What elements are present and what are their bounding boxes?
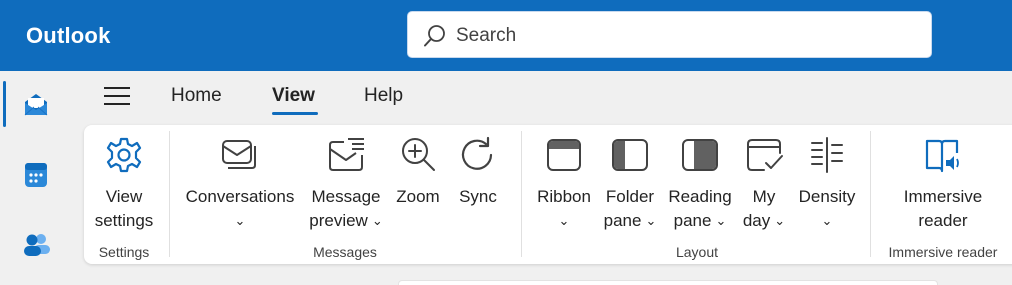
people-icon bbox=[24, 234, 50, 256]
reading-pane-icon bbox=[682, 139, 718, 171]
ribbon-layout-button[interactable]: Ribbon ⌄ bbox=[532, 135, 596, 233]
folder-pane-icon bbox=[612, 139, 648, 171]
folder-pane-button[interactable]: Folder pane ⌄ bbox=[596, 135, 664, 233]
message-preview-button[interactable]: Message preview ⌄ bbox=[304, 135, 388, 233]
rail-item-people[interactable] bbox=[0, 217, 72, 269]
tab-help[interactable]: Help bbox=[364, 85, 403, 107]
my-day-button[interactable]: My day ⌄ bbox=[740, 135, 788, 233]
search-input[interactable]: Search bbox=[456, 25, 516, 47]
calendar-icon bbox=[25, 163, 47, 187]
content-pane-edge bbox=[398, 280, 938, 285]
density-icon bbox=[811, 137, 843, 173]
message-preview-icon bbox=[329, 138, 364, 171]
chevron-down-icon: ⌄ bbox=[558, 213, 570, 228]
group-label-immersive-reader: Immersive reader bbox=[888, 244, 998, 260]
zoom-label: Zoom bbox=[396, 187, 440, 206]
chevron-down-icon: ⌄ bbox=[234, 213, 246, 228]
my-day-icon bbox=[747, 139, 783, 171]
message-preview-label-1: Message bbox=[311, 187, 381, 206]
ribbon-layout-icon bbox=[547, 139, 581, 171]
density-button[interactable]: Density ⌄ bbox=[794, 135, 860, 233]
chevron-down-icon: ⌄ bbox=[645, 213, 657, 228]
app-title[interactable]: Outlook bbox=[26, 23, 111, 49]
chevron-down-icon: ⌄ bbox=[371, 213, 383, 228]
mail-icon bbox=[24, 94, 48, 116]
hamburger-menu-button[interactable] bbox=[104, 85, 132, 107]
immersive-reader-button[interactable]: Immersive reader bbox=[882, 135, 1004, 233]
reading-pane-label-1: Reading bbox=[668, 187, 732, 206]
zoom-icon bbox=[402, 138, 435, 171]
ribbon: View settings Settings Conversations ⌄ M… bbox=[84, 125, 1012, 264]
density-label: Density bbox=[798, 187, 856, 206]
ribbon-divider bbox=[870, 131, 871, 257]
conversations-button[interactable]: Conversations ⌄ bbox=[180, 135, 300, 233]
reading-pane-label-2: pane bbox=[673, 211, 712, 230]
sync-button[interactable]: Sync bbox=[454, 135, 502, 209]
tab-view[interactable]: View bbox=[272, 85, 315, 107]
ribbon-divider bbox=[521, 131, 522, 257]
app-header: Outlook Search bbox=[0, 0, 1012, 71]
ribbon-layout-label: Ribbon bbox=[537, 187, 591, 206]
group-label-settings: Settings bbox=[98, 244, 150, 260]
my-day-label-2: day bbox=[742, 211, 771, 230]
chevron-down-icon: ⌄ bbox=[821, 213, 833, 228]
conversations-label: Conversations bbox=[185, 187, 295, 206]
immersive-reader-label-2: reader bbox=[918, 211, 968, 230]
search-icon bbox=[424, 25, 445, 47]
zoom-button[interactable]: Zoom bbox=[392, 135, 444, 209]
main-area: Home View Help View settings Settings Co… bbox=[72, 71, 1012, 285]
app-rail bbox=[0, 71, 72, 285]
active-tab-indicator bbox=[272, 112, 318, 115]
search-box[interactable]: Search bbox=[407, 11, 932, 58]
reading-pane-button[interactable]: Reading pane ⌄ bbox=[666, 135, 734, 233]
folder-pane-label-2: pane bbox=[603, 211, 642, 230]
my-day-label-1: My bbox=[752, 187, 776, 206]
rail-item-calendar[interactable] bbox=[0, 148, 72, 200]
immersive-reader-label-1: Immersive bbox=[903, 187, 983, 206]
sync-icon bbox=[461, 136, 493, 170]
chevron-down-icon: ⌄ bbox=[715, 213, 727, 228]
tab-home[interactable]: Home bbox=[171, 85, 222, 107]
sync-label: Sync bbox=[459, 187, 497, 206]
gear-icon bbox=[106, 137, 142, 173]
ribbon-divider bbox=[169, 131, 170, 257]
folder-pane-label-1: Folder bbox=[605, 187, 655, 206]
view-settings-label-2: settings bbox=[94, 211, 154, 230]
rail-item-mail[interactable] bbox=[0, 78, 72, 130]
group-label-messages: Messages bbox=[313, 244, 377, 260]
view-settings-button[interactable]: View settings bbox=[88, 135, 160, 233]
conversations-icon bbox=[222, 140, 256, 169]
immersive-reader-icon bbox=[925, 139, 959, 173]
message-preview-label-2: preview bbox=[309, 211, 368, 230]
view-settings-label-1: View bbox=[105, 187, 143, 206]
chevron-down-icon: ⌄ bbox=[774, 213, 786, 228]
group-label-layout: Layout bbox=[675, 244, 719, 260]
